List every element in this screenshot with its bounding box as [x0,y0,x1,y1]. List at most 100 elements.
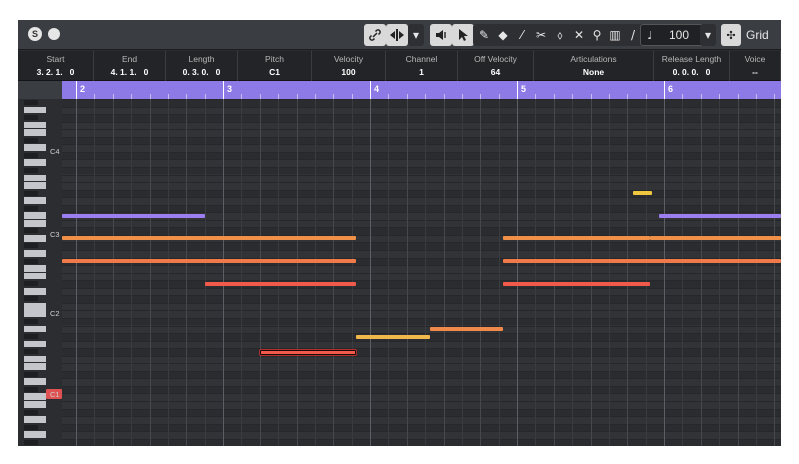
info-field-off-velocity[interactable]: Off Velocity 64 [458,51,534,81]
midi-note[interactable] [356,334,430,339]
grid-mode-selector[interactable]: ✣ Grid [721,24,781,46]
white-key[interactable] [24,159,46,167]
black-key[interactable] [24,296,38,302]
note-grid[interactable] [62,99,781,446]
black-key[interactable] [24,281,38,287]
black-key[interactable] [24,100,38,105]
midi-note[interactable] [62,259,356,264]
white-key[interactable] [24,416,46,423]
midi-note[interactable] [633,191,652,196]
info-field-release-length[interactable]: Release Length 0. 0. 0. 0 [654,51,730,81]
black-key[interactable] [24,190,38,196]
midi-note[interactable] [659,213,781,218]
black-key[interactable] [24,115,38,121]
white-key[interactable] [24,287,46,295]
white-key[interactable] [24,121,46,129]
white-key[interactable] [24,363,46,370]
row-line [62,401,781,402]
midi-note[interactable] [62,236,356,241]
black-key[interactable] [24,424,38,430]
black-key[interactable] [24,205,38,211]
white-key[interactable] [24,144,46,152]
info-label: Pitch [265,54,284,64]
black-key[interactable] [24,243,38,249]
midi-note[interactable] [503,281,650,286]
info-field-articulations[interactable]: Articulations None [534,51,654,81]
info-value[interactable]: 4. 1. 1. 0 [94,67,165,77]
white-key[interactable] [24,272,46,280]
black-key[interactable] [24,167,38,173]
black-key[interactable] [24,439,38,445]
solo-button[interactable]: S [28,27,42,41]
midi-note[interactable] [204,281,356,286]
piano-keyboard[interactable]: C4 C3 C2 C1 [18,99,62,446]
info-value[interactable]: 3. 2. 1. 0 [18,67,93,77]
white-key[interactable] [24,174,46,182]
info-value[interactable]: 100 [312,67,385,77]
black-key[interactable] [24,334,38,340]
record-icon[interactable] [48,28,60,40]
white-key[interactable] [24,325,46,333]
info-value[interactable]: None [534,67,653,77]
white-key[interactable] [24,340,46,348]
white-key[interactable] [24,265,46,272]
white-key[interactable] [24,431,46,438]
black-key[interactable] [24,349,38,355]
info-field-length[interactable]: Length 0. 3. 0. 0 [166,51,238,81]
info-field-channel[interactable]: Channel 1 [386,51,458,81]
row-line [62,272,781,274]
info-value[interactable]: 1 [386,67,457,77]
black-key[interactable] [24,371,38,377]
dropdown-icon[interactable]: ▾ [408,24,424,46]
black-key[interactable] [24,228,38,234]
white-key[interactable] [24,234,46,242]
white-key[interactable] [24,197,46,204]
selected-midi-note[interactable] [259,348,357,356]
info-label: Start [46,54,65,64]
white-key[interactable] [24,129,46,136]
white-key[interactable] [24,302,46,310]
info-value[interactable]: 0. 3. 0. 0 [166,67,237,77]
link-icon[interactable] [364,24,386,46]
info-value[interactable]: C1 [238,67,311,77]
speaker-icon[interactable] [430,24,452,46]
white-key[interactable] [24,355,46,363]
info-value[interactable]: 0. 0. 0. 0 [654,67,729,77]
beat-gridline [774,99,776,446]
white-key[interactable] [24,250,46,257]
white-key[interactable] [24,393,46,401]
grid-snap-icon[interactable]: ✣ [721,24,741,46]
info-value[interactable]: 64 [458,67,533,77]
midi-note[interactable] [429,327,503,331]
info-value[interactable]: -- [730,67,780,77]
black-key[interactable] [24,137,38,143]
midi-note[interactable] [503,259,781,264]
white-key[interactable] [24,401,46,408]
beat-gridline [259,99,261,446]
info-field-velocity[interactable]: Velocity 100 [312,51,386,81]
black-key[interactable] [24,318,38,324]
info-field-end[interactable]: End 4. 1. 1. 0 [94,51,166,81]
solo-label: S [31,29,38,39]
info-field-start[interactable]: Start 3. 2. 1. 0 [18,51,94,81]
midi-note[interactable] [62,213,205,218]
white-key[interactable] [24,378,46,386]
white-key[interactable] [24,182,46,189]
info-field-pitch[interactable]: Pitch C1 [238,51,312,81]
black-key[interactable] [24,152,38,158]
midi-note[interactable] [650,236,781,241]
object-select-icon[interactable] [452,24,474,46]
black-key[interactable] [24,386,38,392]
auto-scroll-icon[interactable] [386,24,408,46]
info-field-voice[interactable]: Voice -- [730,51,781,81]
white-key[interactable] [24,106,46,114]
black-key[interactable] [24,258,38,264]
bar-ruler[interactable]: 2 3 4 5 6 [62,81,781,99]
white-key[interactable] [24,310,46,318]
midi-note[interactable] [503,236,650,241]
quantize-dropdown-icon[interactable]: ▾ [700,24,716,46]
black-key[interactable] [24,409,38,415]
black-key-row [62,189,781,198]
white-key[interactable] [24,219,46,227]
white-key[interactable] [24,212,46,219]
